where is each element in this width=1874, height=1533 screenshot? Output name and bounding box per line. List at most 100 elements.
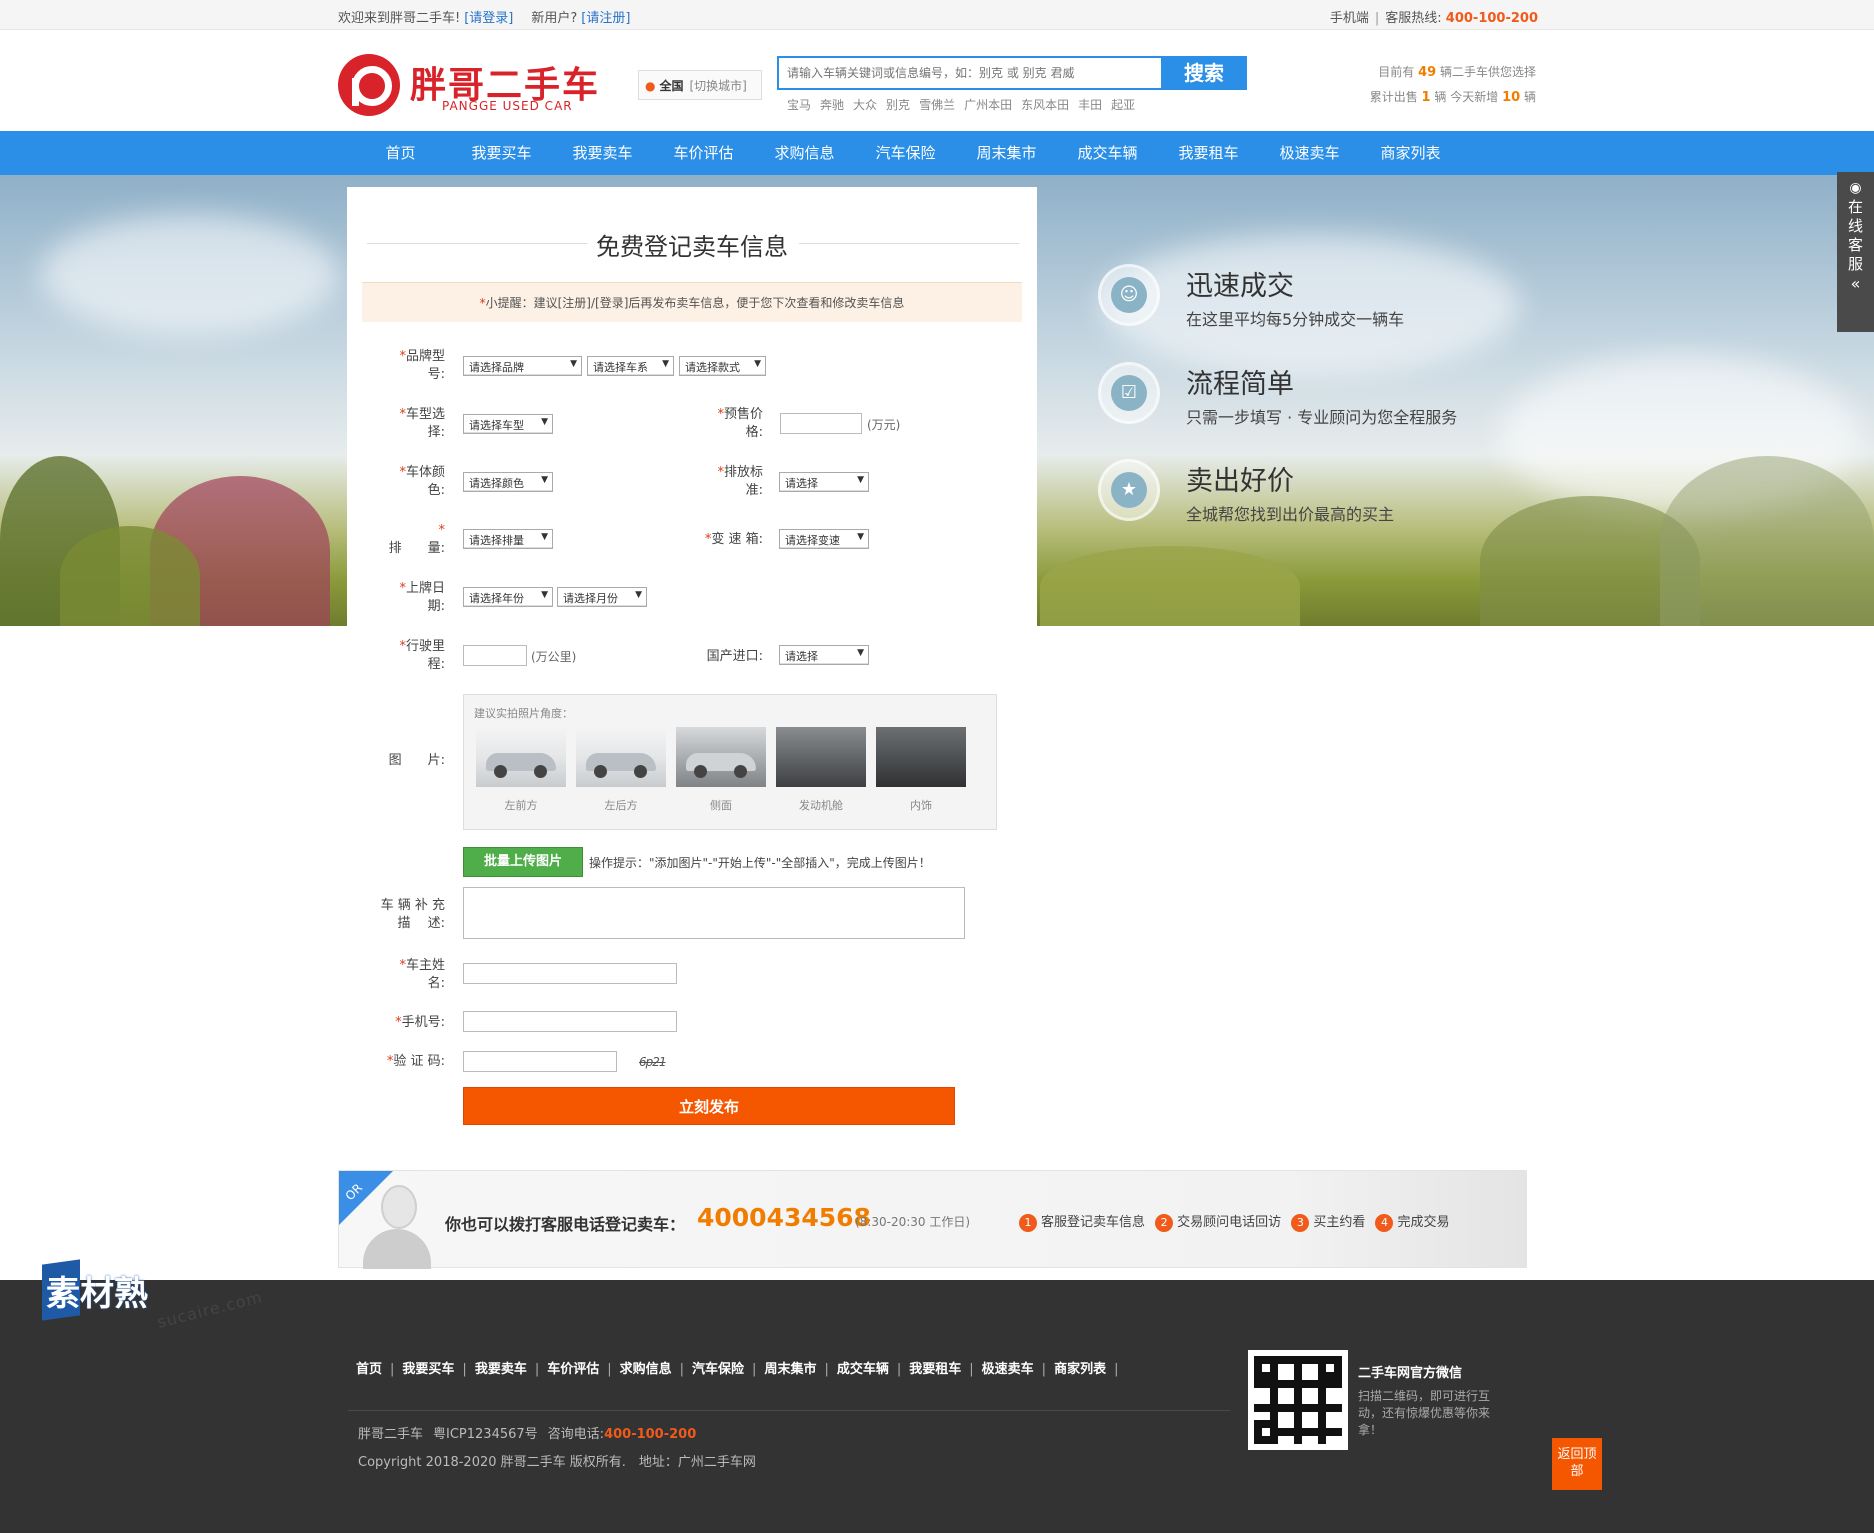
batch-upload-button[interactable]: 批量上传图片 — [463, 847, 583, 877]
hot-keyword-link[interactable]: 起亚 — [1111, 98, 1135, 112]
footer-nav-link[interactable]: 商家列表 — [1054, 1362, 1106, 1377]
hot-keyword-link[interactable]: 别克 — [886, 98, 910, 112]
switch-city-link[interactable]: [切换城市] — [690, 79, 747, 93]
emission-select[interactable]: 请选择 ▼ — [779, 472, 869, 492]
nav-item[interactable]: 我要卖车 — [552, 131, 653, 175]
nav-item[interactable]: 成交车辆 — [1057, 131, 1158, 175]
wechat-desc: 扫描二维码，即可进行互动，还有惊爆优惠等你来拿！ — [1358, 1389, 1491, 1437]
current-city: 全国 — [659, 79, 684, 93]
gearbox-select[interactable]: 请选择变速 ▼ — [779, 529, 869, 549]
mobile-link[interactable]: 手机端 — [1330, 11, 1369, 26]
dropdown-arrow-icon: ▼ — [754, 359, 761, 369]
footer-nav-link[interactable]: 成交车辆 — [837, 1362, 889, 1377]
footer-nav-link[interactable]: 我要卖车 — [475, 1362, 527, 1377]
tree-shape — [1040, 546, 1300, 626]
call-phone: 4000434568 — [697, 1203, 871, 1232]
wechat-title: 二手车网官方微信 — [1358, 1366, 1463, 1381]
nav-item[interactable]: 汽车保险 — [855, 131, 956, 175]
gearbox-label: *变 速 箱: — [704, 532, 763, 547]
nav-item[interactable]: 周末集市 — [956, 131, 1057, 175]
search-box: 搜索 — [777, 56, 1247, 90]
brand-label: *品牌型 号: — [399, 349, 445, 382]
footer-nav-link[interactable]: 车价评估 — [547, 1362, 599, 1377]
price-input[interactable] — [780, 413, 862, 434]
footer-info: 胖哥二手车 粤ICP1234567号 咨询电话:400-100-200 Copyri… — [358, 1421, 756, 1477]
feature-desc: 在这里平均每5分钟成交一辆车 — [1186, 310, 1405, 329]
nav-item[interactable]: 极速卖车 — [1259, 131, 1360, 175]
dropdown-arrow-icon: ▼ — [541, 590, 548, 600]
footer-nav-link[interactable]: 汽车保险 — [692, 1362, 744, 1377]
origin-select[interactable]: 请选择 ▼ — [779, 645, 869, 665]
new-today-count: 10 — [1502, 90, 1521, 105]
sell-car-form: 免费登记卖车信息 *小提醒：建议[注册]/[登录]后再发布卖车信息，便于您下次查… — [347, 187, 1037, 1125]
hot-keyword-link[interactable]: 奔驰 — [820, 98, 844, 112]
hot-keyword-link[interactable]: 丰田 — [1078, 98, 1102, 112]
car-photo-image — [576, 727, 666, 787]
back-to-top-button[interactable]: 返回顶部 — [1552, 1438, 1602, 1490]
color-label: *车体颜 色: — [399, 465, 445, 498]
nav-item[interactable]: 商家列表 — [1360, 131, 1461, 175]
phone-label: *手机号: — [395, 1015, 445, 1030]
hot-keywords: 宝马 奔驰 大众 别克 雪佛兰 广州本田 东风本田 丰田 起亚 — [787, 96, 1144, 113]
upload-hint: 操作提示："添加图片"-"开始上传"-"全部插入"，完成上传图片！ — [589, 856, 931, 870]
hot-keyword-link[interactable]: 大众 — [853, 98, 877, 112]
login-link[interactable]: [请登录] — [464, 11, 513, 26]
chevron-left-icon: « — [1850, 274, 1861, 293]
top-bar: 欢迎来到胖哥二手车! [请登录] 新用户? [请注册] 手机端 | 客服热线: 400-1… — [0, 0, 1874, 30]
style-select[interactable]: 请选择款式 ▼ — [679, 356, 766, 376]
brand-select[interactable]: 请选择品牌 ▼ — [463, 356, 582, 376]
new-user-text: 新用户? — [531, 11, 578, 26]
nav-item[interactable]: 求购信息 — [754, 131, 855, 175]
nav-item[interactable]: 车价评估 — [653, 131, 754, 175]
model-select[interactable]: 请选择车型 ▼ — [463, 414, 553, 434]
footer-nav-link[interactable]: 求购信息 — [620, 1362, 672, 1377]
nav-item[interactable]: 我要租车 — [1158, 131, 1259, 175]
model-label: *车型选 择: — [399, 407, 445, 440]
description-textarea[interactable] — [463, 887, 965, 939]
car-photo-image — [476, 727, 566, 787]
register-link[interactable]: [请注册] — [581, 11, 630, 26]
tree-shape — [60, 526, 200, 626]
captcha-input[interactable] — [463, 1051, 617, 1072]
color-select[interactable]: 请选择颜色 ▼ — [463, 472, 553, 492]
customer-service-agent-icon — [363, 1185, 431, 1269]
logo-mark-icon — [338, 54, 400, 116]
users-icon — [1098, 264, 1160, 326]
description-label: 车 辆 补 充描 述: — [380, 898, 445, 931]
city-selector[interactable]: ● 全国 [切换城市] — [638, 70, 762, 100]
footer-nav-link[interactable]: 我要租车 — [909, 1362, 961, 1377]
hot-keyword-link[interactable]: 广州本田 — [964, 98, 1012, 112]
footer-nav-link[interactable]: 首页 — [356, 1362, 382, 1377]
footer-nav-link[interactable]: 周末集市 — [764, 1362, 816, 1377]
footer-nav-link[interactable]: 极速卖车 — [982, 1362, 1034, 1377]
hot-keyword-link[interactable]: 雪佛兰 — [919, 98, 955, 112]
hot-keyword-link[interactable]: 东风本田 — [1021, 98, 1069, 112]
displacement-select[interactable]: 请选择排量 ▼ — [463, 529, 553, 549]
form-title: 免费登记卖车信息 — [596, 233, 788, 261]
hot-keyword-link[interactable]: 宝马 — [787, 98, 811, 112]
year-select[interactable]: 请选择年份 ▼ — [463, 587, 553, 607]
phone-input[interactable] — [463, 1011, 677, 1032]
mileage-unit: (万公里) — [531, 650, 577, 664]
site-logo[interactable]: 胖哥二手车 PANGGE USED CAR — [338, 54, 600, 116]
submit-button[interactable]: 立刻发布 — [463, 1087, 955, 1125]
owner-name-input[interactable] — [463, 963, 677, 984]
feature-desc: 只需一步填写 · 专业顾问为您全程服务 — [1186, 408, 1458, 427]
photos-label: 图 片: — [388, 753, 445, 768]
month-select[interactable]: 请选择月份 ▼ — [557, 587, 647, 607]
series-select[interactable]: 请选择车系 ▼ — [587, 356, 674, 376]
photo-angle-rear-left: 左后方 — [576, 727, 666, 813]
captcha-image[interactable]: 6p21 — [639, 1055, 667, 1069]
welcome-area: 欢迎来到胖哥二手车! [请登录] 新用户? [请注册] — [338, 7, 630, 26]
footer-nav: 首页 | 我要买车 | 我要卖车 | 车价评估 | 求购信息 | 汽车保险 | 周末集市 | 成交车辆 | 我要… — [356, 1362, 1119, 1377]
search-button[interactable]: 搜索 — [1161, 56, 1247, 90]
step-item: 4 完成交易 — [1375, 1214, 1449, 1232]
footer-nav-link[interactable]: 我要买车 — [402, 1362, 454, 1377]
sold-count: 1 — [1421, 90, 1431, 105]
online-service-widget[interactable]: ◉ 在线客服 « — [1837, 172, 1874, 332]
search-input[interactable] — [779, 58, 1159, 88]
nav-item[interactable]: 我要买车 — [451, 131, 552, 175]
nav-item[interactable]: 首页 — [350, 131, 451, 175]
displacement-label: * 排 量: — [388, 523, 445, 556]
mileage-input[interactable] — [463, 645, 527, 666]
